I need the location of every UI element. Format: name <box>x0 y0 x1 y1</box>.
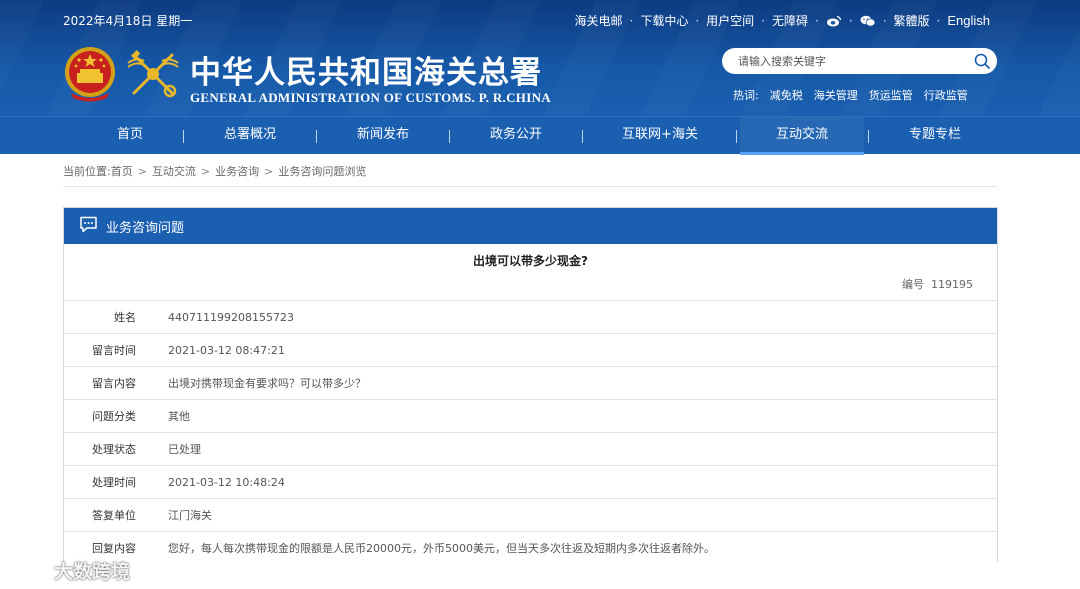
separator-dot: · <box>695 13 700 28</box>
question-number-label: 编号 <box>902 278 924 291</box>
traditional-chinese-link[interactable]: 繁體版 <box>894 12 930 29</box>
search-input[interactable] <box>738 52 968 70</box>
separator-dot: · <box>815 13 819 28</box>
question-panel: 业务咨询问题 出境可以带多少现金? 编号 119195 姓名 4407111992… <box>63 207 998 562</box>
detail-row-reply-content: 回复内容 您好，每人每次携带现金的限额是人民币20000元，外币5000美元，但… <box>64 531 997 564</box>
detail-row-status: 处理状态 已处理 <box>64 432 997 465</box>
detail-key: 答复单位 <box>92 509 136 522</box>
customs-logo-icon <box>126 47 180 101</box>
question-title: 出境可以带多少现金? <box>473 254 588 268</box>
detail-key: 处理状态 <box>92 443 136 456</box>
nav-item-government-affairs[interactable]: 政务公开 <box>449 117 583 155</box>
detail-row-process-time: 处理时间 2021-03-12 10:48:24 <box>64 465 997 498</box>
detail-key: 处理时间 <box>92 476 136 489</box>
nav-item-news[interactable]: 新闻发布 <box>316 117 450 155</box>
top-link-download[interactable]: 下载中心 <box>640 12 688 29</box>
top-links: 海关电邮 · 下载中心 · 用户空间 · 无障碍 · · · 繁體版 · Eng… <box>574 12 990 29</box>
hot-words-label: 热词: <box>733 89 759 102</box>
chat-bubble-icon <box>79 216 106 237</box>
breadcrumb-label: 当前位置: <box>63 165 111 178</box>
detail-row-name: 姓名 440711199208155723 <box>64 300 997 333</box>
detail-row-message-content: 留言内容 出境对携带现金有要求吗？可以带多少？ <box>64 366 997 399</box>
separator-dot: · <box>761 13 766 28</box>
detail-key: 留言内容 <box>92 377 136 390</box>
detail-value: 其他 <box>168 410 190 423</box>
nav-separator <box>736 130 737 143</box>
detail-value: 2021-03-12 10:48:24 <box>168 475 285 489</box>
breadcrumb-consulting[interactable]: 业务咨询 <box>215 163 259 179</box>
breadcrumb-separator: > <box>200 164 211 178</box>
hot-word-link[interactable]: 减免税 <box>770 87 803 103</box>
detail-value: 440711199208155723 <box>168 310 294 324</box>
separator-dot: · <box>936 13 941 28</box>
breadcrumb-separator: > <box>137 164 147 178</box>
current-date: 2022年4月18日 星期一 <box>63 14 193 28</box>
detail-key: 回复内容 <box>92 542 136 555</box>
nav-item-overview[interactable]: 总署概况 <box>183 117 317 155</box>
hot-word-link[interactable]: 行政监管 <box>924 87 968 103</box>
question-number: 编号 119195 <box>64 277 997 300</box>
detail-value: 已处理 <box>168 443 201 456</box>
panel-title: 业务咨询问题 <box>106 220 185 236</box>
breadcrumb: 当前位置: 首页 > 互动交流 > 业务咨询 > 业务咨询问题浏览 <box>63 163 366 179</box>
detail-row-reply-unit: 答复单位 江门海关 <box>64 498 997 531</box>
hot-word-link[interactable]: 海关管理 <box>814 87 858 103</box>
top-link-email[interactable]: 海关电邮 <box>574 12 622 29</box>
breadcrumb-separator: > <box>264 164 274 178</box>
separator-dot: · <box>882 13 887 28</box>
site-header: 2022年4月18日 星期一 海关电邮 · 下载中心 · 用户空间 · 无障碍 … <box>0 0 1080 116</box>
nav-item-special-topics[interactable]: 专题专栏 <box>868 117 1002 155</box>
detail-key: 姓名 <box>114 311 136 324</box>
search-icon[interactable] <box>973 52 991 70</box>
nav-item-home[interactable]: 首页 <box>63 117 197 155</box>
breadcrumb-interaction[interactable]: 互动交流 <box>152 163 196 179</box>
breadcrumb-current: 业务咨询问题浏览 <box>278 165 367 178</box>
site-title-english[interactable]: GENERAL ADMINISTRATION OF CUSTOMS. P. R.… <box>190 90 551 106</box>
detail-row-category: 问题分类 其他 <box>64 399 997 432</box>
separator-dot: · <box>848 13 853 28</box>
detail-value: 您好，每人每次携带现金的限额是人民币20000元，外币5000美元，但当天多次往… <box>168 542 715 555</box>
english-link[interactable]: English <box>947 13 990 28</box>
separator-dot: · <box>629 13 634 28</box>
main-nav: 首页 总署概况 新闻发布 政务公开 互联网+海关 互动交流 专题专栏 <box>0 116 1080 155</box>
wechat-icon[interactable] <box>860 15 876 27</box>
national-emblem-icon <box>63 45 117 103</box>
detail-value: 江门海关 <box>168 509 212 522</box>
detail-row-message-time: 留言时间 2021-03-12 08:47:21 <box>64 333 997 366</box>
detail-key: 问题分类 <box>92 410 136 423</box>
breadcrumb-divider <box>63 186 997 187</box>
weibo-icon[interactable] <box>826 15 842 27</box>
breadcrumb-home[interactable]: 首页 <box>111 163 133 179</box>
question-number-value: 119195 <box>931 278 973 291</box>
watermark-logo-icon <box>8 555 54 586</box>
detail-key: 留言时间 <box>92 344 136 357</box>
top-link-user-space[interactable]: 用户空间 <box>706 12 754 29</box>
detail-value: 出境对携带现金有要求吗？可以带多少？ <box>168 377 366 390</box>
top-link-accessibility[interactable]: 无障碍 <box>772 12 808 29</box>
panel-header: 业务咨询问题 <box>64 208 997 244</box>
nav-item-internet-customs[interactable]: 互联网+海关 <box>582 117 738 155</box>
watermark-text: 大数跨境 <box>54 561 131 583</box>
hot-word-link[interactable]: 货运监管 <box>869 87 913 103</box>
detail-value: 2021-03-12 08:47:21 <box>168 343 285 357</box>
hot-words: 热词: 减免税 海关管理 货运监管 行政监管 <box>733 87 968 103</box>
site-title-chinese[interactable]: 中华人民共和国海关总署 <box>190 47 542 92</box>
search-box <box>722 48 997 74</box>
watermark: 大数跨境 <box>8 555 130 586</box>
nav-item-interaction[interactable]: 互动交流 <box>740 117 864 155</box>
